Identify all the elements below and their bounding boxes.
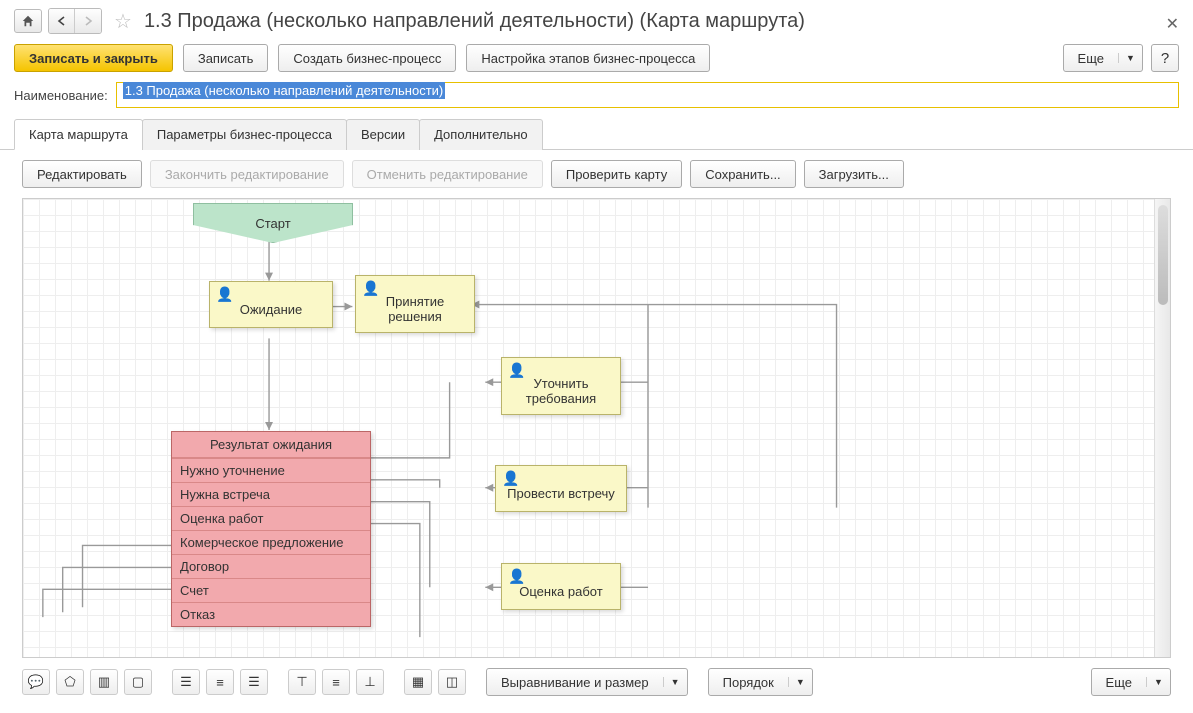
route-canvas-container: Старт 👤 Ожидание 👤 Принятие решения 👤 Ут… xyxy=(22,198,1171,658)
node-start-label: Старт xyxy=(255,216,290,231)
switch-row[interactable]: Договор xyxy=(172,554,370,578)
switch-row[interactable]: Счет xyxy=(172,578,370,602)
snap-icon[interactable]: ◫ xyxy=(438,669,466,695)
nav-forward-button[interactable] xyxy=(75,9,101,33)
shape-speech-icon[interactable]: 💬 xyxy=(22,669,50,695)
cancel-edit-button: Отменить редактирование xyxy=(352,160,543,188)
edit-button[interactable]: Редактировать xyxy=(22,160,142,188)
name-input[interactable]: 1.3 Продажа (несколько направлений деяте… xyxy=(116,82,1179,108)
switch-row[interactable]: Отказ xyxy=(172,602,370,626)
node-assess[interactable]: 👤 Оценка работ xyxy=(501,563,621,610)
valign-middle-icon[interactable]: ≡ xyxy=(322,669,350,695)
align-size-dropdown[interactable]: Выравнивание и размер▼ xyxy=(486,668,688,696)
user-icon: 👤 xyxy=(502,470,519,487)
align-center-icon[interactable]: ≡ xyxy=(206,669,234,695)
name-label: Наименование: xyxy=(14,88,108,103)
node-switch-title: Результат ожидания xyxy=(172,432,370,458)
nav-back-button[interactable] xyxy=(49,9,75,33)
create-bp-button[interactable]: Создать бизнес-процесс xyxy=(278,44,456,72)
save-map-button[interactable]: Сохранить... xyxy=(690,160,795,188)
switch-row[interactable]: Нужна встреча xyxy=(172,482,370,506)
node-meeting[interactable]: 👤 Провести встречу xyxy=(495,465,627,512)
more-dropdown[interactable]: Еще▼ xyxy=(1063,44,1143,72)
finish-edit-button: Закончить редактирование xyxy=(150,160,344,188)
user-icon: 👤 xyxy=(508,362,525,379)
node-start[interactable]: Старт xyxy=(193,203,353,243)
shape-shadow-icon[interactable]: ▢ xyxy=(124,669,152,695)
node-decision[interactable]: 👤 Принятие решения xyxy=(355,275,475,333)
bottom-more-dropdown[interactable]: Еще▼ xyxy=(1091,668,1171,696)
tab-versions[interactable]: Версии xyxy=(346,119,420,150)
user-icon: 👤 xyxy=(362,280,379,297)
tab-route-map[interactable]: Карта маршрута xyxy=(14,119,143,150)
grid-icon[interactable]: ▦ xyxy=(404,669,432,695)
setup-steps-button[interactable]: Настройка этапов бизнес-процесса xyxy=(466,44,710,72)
shape-house-icon[interactable]: ⬠ xyxy=(56,669,84,695)
user-icon: 👤 xyxy=(508,568,525,585)
home-button[interactable] xyxy=(14,9,42,33)
switch-row[interactable]: Оценка работ xyxy=(172,506,370,530)
node-switch[interactable]: Результат ожидания Нужно уточнение Нужна… xyxy=(171,431,371,627)
node-wait[interactable]: 👤 Ожидание xyxy=(209,281,333,328)
canvas-scroll-thumb[interactable] xyxy=(1158,205,1168,305)
valign-top-icon[interactable]: ⊤ xyxy=(288,669,316,695)
switch-row[interactable]: Комерческое предложение xyxy=(172,530,370,554)
help-button[interactable]: ? xyxy=(1151,44,1179,72)
close-button[interactable]: ✕ xyxy=(1166,14,1179,34)
align-right-icon[interactable]: ☰ xyxy=(240,669,268,695)
valign-bottom-icon[interactable]: ⊥ xyxy=(356,669,384,695)
favorite-star-icon[interactable]: ☆ xyxy=(114,9,132,34)
switch-row[interactable]: Нужно уточнение xyxy=(172,458,370,482)
node-clarify[interactable]: 👤 Уточнить требования xyxy=(501,357,621,415)
order-dropdown[interactable]: Порядок▼ xyxy=(708,668,813,696)
route-canvas[interactable]: Старт 👤 Ожидание 👤 Принятие решения 👤 Ут… xyxy=(23,199,1154,657)
save-button[interactable]: Записать xyxy=(183,44,269,72)
canvas-scrollbar[interactable] xyxy=(1154,199,1170,657)
tab-additional[interactable]: Дополнительно xyxy=(419,119,543,150)
shape-stack-icon[interactable]: ▥ xyxy=(90,669,118,695)
user-icon: 👤 xyxy=(216,286,233,303)
save-close-button[interactable]: Записать и закрыть xyxy=(14,44,173,72)
load-map-button[interactable]: Загрузить... xyxy=(804,160,904,188)
nav-back-forward xyxy=(48,8,102,34)
check-map-button[interactable]: Проверить карту xyxy=(551,160,682,188)
align-left-icon[interactable]: ☰ xyxy=(172,669,200,695)
page-title: 1.3 Продажа (несколько направлений деяте… xyxy=(144,10,805,33)
tab-bp-params[interactable]: Параметры бизнес-процесса xyxy=(142,119,347,150)
